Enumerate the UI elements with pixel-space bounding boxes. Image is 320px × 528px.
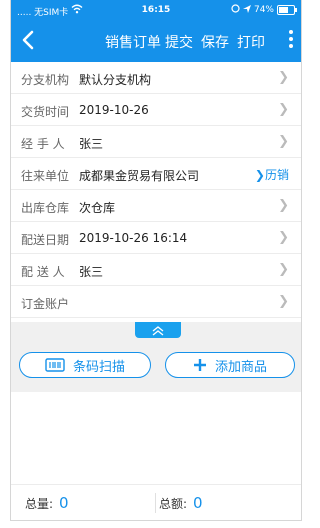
row-value: 张三	[79, 137, 104, 151]
row-value: 默认分支机构	[79, 73, 152, 87]
total-quantity-value: 0	[59, 494, 69, 512]
status-bar: ..... 无SIM卡 16:15 74%	[11, 0, 301, 20]
row-label: 配送日期	[21, 233, 70, 247]
action-panel: 条码扫描 添加商品	[11, 322, 301, 392]
row-branch[interactable]: 分支机构 默认分支机构 ❯	[11, 62, 301, 94]
chevron-right-icon: ❯	[278, 198, 289, 213]
row-partner[interactable]: 往来单位 成都果金贸易有限公司 ❯历销	[11, 158, 301, 190]
chevron-right-icon: ❯	[278, 102, 289, 117]
row-label: 交货时间	[21, 105, 70, 119]
more-dot-icon	[289, 30, 293, 34]
chevron-left-icon	[22, 30, 34, 50]
add-product-label: 添加商品	[214, 359, 267, 375]
summary-divider	[155, 493, 156, 513]
chevron-right-icon: ❯	[278, 134, 289, 149]
row-delivery-date[interactable]: 配送日期 2019-10-26 16:14 ❯	[11, 222, 301, 254]
sales-history-label: 历销	[264, 168, 289, 182]
battery-fill	[279, 7, 288, 13]
barcode-scan-label: 条码扫描	[72, 359, 125, 375]
total-quantity-label: 总量:	[25, 497, 54, 511]
more-dot-icon	[289, 44, 293, 48]
sales-history-link[interactable]: ❯历销	[255, 166, 289, 183]
form-list: 分支机构 默认分支机构 ❯ 交货时间 2019-10-26 ❯ 经 手 人 张三…	[11, 62, 301, 318]
chevron-right-icon: ❯	[278, 70, 289, 85]
more-menu-button[interactable]	[287, 30, 295, 52]
print-button[interactable]: 打印	[237, 32, 265, 52]
barcode-icon	[45, 358, 65, 372]
row-value: 2019-10-26 16:14	[79, 231, 188, 245]
chevron-right-icon: ❯	[278, 262, 289, 277]
row-deposit-account[interactable]: 订金账户 ❯	[11, 286, 301, 318]
row-label: 分支机构	[21, 73, 70, 87]
battery-icon	[277, 5, 297, 15]
back-button[interactable]	[17, 28, 41, 52]
total-amount: 总额: 0	[159, 494, 203, 512]
row-label: 订金账户	[21, 297, 70, 311]
chevron-right-icon: ❯	[254, 168, 265, 182]
row-label: 配 送 人	[21, 265, 65, 279]
orientation-lock-icon	[231, 4, 240, 16]
row-value: 成都果金贸易有限公司	[79, 169, 200, 183]
row-delivery-person[interactable]: 配 送 人 张三 ❯	[11, 254, 301, 286]
page-title: 销售订单	[105, 35, 161, 51]
row-label: 经 手 人	[21, 137, 65, 151]
total-quantity: 总量: 0	[25, 494, 69, 512]
collapse-toggle-button[interactable]	[135, 322, 181, 338]
chevron-right-icon: ❯	[278, 294, 289, 309]
row-label: 出库仓库	[21, 201, 70, 215]
chevron-right-icon: ❯	[278, 230, 289, 245]
summary-bar: 总量: 0 总额: 0	[11, 484, 301, 520]
add-product-button[interactable]: 添加商品	[165, 352, 295, 378]
row-label: 往来单位	[21, 169, 70, 183]
row-handler[interactable]: 经 手 人 张三 ❯	[11, 126, 301, 158]
row-warehouse[interactable]: 出库仓库 次仓库 ❯	[11, 190, 301, 222]
location-icon	[242, 4, 251, 16]
row-value: 次仓库	[79, 201, 116, 215]
more-dot-icon	[289, 37, 293, 41]
row-value: 张三	[79, 265, 104, 279]
row-delivery-time[interactable]: 交货时间 2019-10-26 ❯	[11, 94, 301, 126]
submit-button[interactable]: 提交	[165, 32, 193, 52]
barcode-scan-button[interactable]: 条码扫描	[19, 352, 151, 378]
plus-icon	[193, 359, 206, 371]
total-amount-label: 总额:	[159, 497, 188, 511]
double-chevron-up-icon	[152, 326, 164, 336]
row-value: 2019-10-26	[79, 103, 149, 117]
save-button[interactable]: 保存	[201, 32, 229, 52]
total-amount-value: 0	[193, 494, 203, 512]
phone-frame: ..... 无SIM卡 16:15 74% 销售订单 提交 保存 打印 分支机构…	[10, 0, 302, 521]
navigation-bar: 销售订单 提交 保存 打印	[11, 20, 301, 62]
battery-percent: 74%	[253, 5, 274, 15]
